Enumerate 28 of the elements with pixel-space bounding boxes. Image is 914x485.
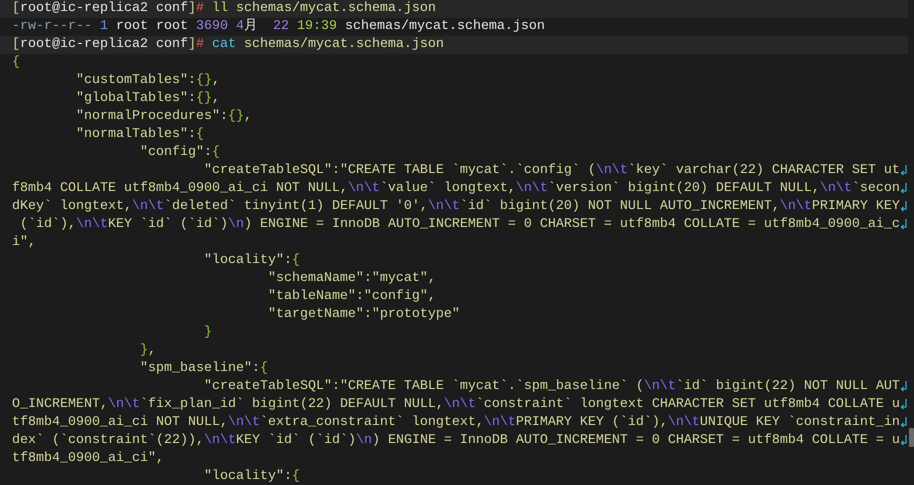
terminal-line: dKey` longtext,\n\t`deleted` tinyint(1) DEFAULT '0',\n\t`id` bigint(20) NOT NULL AUTO_INCREMENT,\n\tPRIMARY KEY: [12, 198, 900, 216]
terminal-line: O_INCREMENT,\n\t`fix_plan_id` bigint(22) DEFAULT NULL,\n\t`constraint` longtext CHARACTER SET utf8mb4 COLLATE u: [12, 396, 900, 414]
terminal-line: dex` (`constraint`(22)),\n\tKEY `id` (`id`)\n) ENGINE = InnoDB AUTO_INCREMENT = 0 CHARSET = utf8mb4 COLLATE = u: [12, 432, 900, 450]
terminal-line: tf8mb4_0900_ai_ci NOT NULL,\n\t`extra_constraint` longtext,\n\tPRIMARY KEY (`id`),\n\tUNIQUE KEY `constraint_in: [12, 414, 900, 432]
terminal-line: "targetName":"prototype": [266, 306, 460, 324]
terminal-line: "customTables":{},: [75, 72, 220, 90]
terminal-line: "tableName":"config",: [266, 288, 436, 306]
terminal-line: "normalProcedures":{},: [75, 108, 252, 126]
terminal-line: "schemaName":"mycat",: [266, 270, 436, 288]
terminal-line: "config":{: [138, 144, 220, 162]
terminal-line: -rw-r--r-- 1 root root 3690 4月 22 19:39 schemas/mycat.schema.json: [12, 18, 545, 36]
terminal-line: [root@ic-replica2 conf]# cat schemas/mycat.schema.json: [12, 36, 444, 54]
terminal-line: i",: [12, 234, 36, 252]
terminal-line: "createTableSQL":"CREATE TABLE `mycat`.`spm_baseline` (\n\t`id` bigint(22) NOT NULL AUT: [202, 378, 900, 396]
scrollbar-thumb[interactable]: [909, 428, 914, 447]
terminal-line: "createTableSQL":"CREATE TABLE `mycat`.`config` (\n\t`key` varchar(22) CHARACTER SET ut: [202, 162, 900, 180]
terminal-line: },: [138, 342, 156, 360]
terminal-line: "locality":{: [202, 468, 300, 485]
terminal-line: tf8mb4_0900_ai_ci",: [12, 450, 164, 468]
terminal-line: [root@ic-replica2 conf]# ll schemas/mycat.schema.json: [12, 0, 436, 18]
terminal-line: "spm_baseline":{: [138, 360, 268, 378]
terminal-line: f8mb4 COLLATE utf8mb4_0900_ai_ci NOT NULL,\n\t`value` longtext,\n\t`version` bigint(20) DEFAULT NULL,\n\t`secon: [12, 180, 900, 198]
terminal-line: {: [12, 54, 20, 72]
terminal-line: }: [202, 324, 212, 342]
terminal-line: "normalTables":{: [75, 126, 204, 144]
terminal-line: "globalTables":{},: [75, 90, 220, 108]
terminal-line: "locality":{: [202, 252, 300, 270]
terminal-line: (`id`),\n\tKEY `id` (`id`)\n) ENGINE = InnoDB AUTO_INCREMENT = 0 CHARSET = utf8mb4 COLLATE = utf8mb4_0900_ai_c: [18, 216, 900, 234]
